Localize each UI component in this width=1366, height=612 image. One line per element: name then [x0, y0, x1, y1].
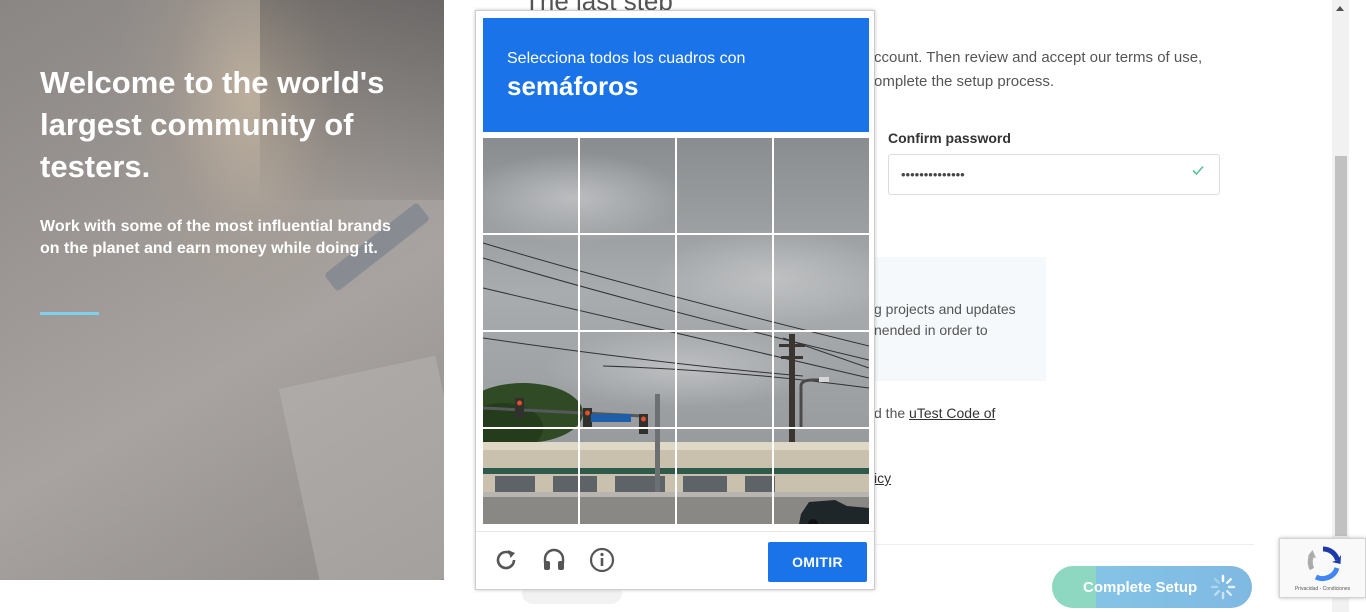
- captcha-tile[interactable]: [483, 235, 578, 330]
- captcha-tile[interactable]: [677, 332, 772, 427]
- recaptcha-logo-icon: [1307, 546, 1341, 582]
- captcha-image-grid: [483, 138, 869, 524]
- form-intro-text: ccount. Then review and accept our terms…: [874, 49, 1203, 90]
- code-of-conduct-link[interactable]: uTest Code of: [909, 405, 995, 421]
- captcha-tile[interactable]: [580, 332, 675, 427]
- confirm-password-label: Confirm password: [888, 130, 1011, 146]
- captcha-tile[interactable]: [483, 138, 578, 233]
- captcha-tile[interactable]: [483, 332, 578, 427]
- captcha-instruction: Selecciona todos los cuadros con: [507, 50, 746, 67]
- info-box-text: g projects and updates nended in order t…: [874, 301, 1016, 338]
- hero-accent-rule: [40, 312, 99, 315]
- captcha-tile[interactable]: [774, 138, 869, 233]
- captcha-header: Selecciona todos los cuadros con semáfor…: [483, 18, 869, 132]
- captcha-tile[interactable]: [580, 429, 675, 524]
- hero-panel: Welcome to the world's largest community…: [0, 0, 444, 580]
- scroll-up-arrow-icon[interactable]: [1336, 6, 1344, 11]
- check-icon: [1191, 163, 1205, 182]
- terms-prefix: d the: [874, 405, 910, 421]
- audio-icon[interactable]: [540, 546, 568, 574]
- terms-line: d the uTest Code of: [874, 405, 995, 421]
- hero-subtext: Work with some of the most influential b…: [40, 218, 391, 257]
- captcha-tile[interactable]: [774, 429, 869, 524]
- captcha-tile[interactable]: [580, 235, 675, 330]
- captcha-tile[interactable]: [580, 138, 675, 233]
- complete-setup-button[interactable]: Complete Setup: [1052, 566, 1252, 608]
- captcha-tile[interactable]: [774, 235, 869, 330]
- captcha-tile[interactable]: [774, 332, 869, 427]
- info-icon[interactable]: [588, 546, 616, 574]
- scrollbar-thumb[interactable]: [1335, 156, 1347, 536]
- complete-setup-label: Complete Setup: [1083, 579, 1198, 596]
- captcha-tile[interactable]: [483, 429, 578, 524]
- privacy-policy-link[interactable]: icy: [874, 470, 891, 486]
- recaptcha-fine-print: Privacidad - Condiciones: [1294, 586, 1351, 592]
- skip-button[interactable]: OMITIR: [768, 542, 867, 582]
- form-divider: [874, 544, 1254, 545]
- recaptcha-badge[interactable]: Privacidad - Condiciones: [1279, 538, 1366, 598]
- hero-heading: Welcome to the world's largest community…: [40, 65, 385, 184]
- captcha-target-object: semáforos: [507, 71, 639, 101]
- loading-spinner-icon: [1210, 574, 1236, 600]
- captcha-tile[interactable]: [677, 235, 772, 330]
- confirm-password-field[interactable]: ••••••••••••••: [888, 154, 1220, 195]
- reload-icon[interactable]: [492, 546, 520, 574]
- captcha-dialog: Selecciona todos los cuadros con semáfor…: [475, 10, 875, 590]
- captcha-tile[interactable]: [677, 429, 772, 524]
- captcha-footer: OMITIR: [476, 531, 874, 590]
- info-box: g projects and updates nended in order t…: [868, 257, 1046, 381]
- hero-photo-paper: [278, 355, 444, 580]
- confirm-password-value: ••••••••••••••: [901, 167, 965, 182]
- captcha-tile[interactable]: [677, 138, 772, 233]
